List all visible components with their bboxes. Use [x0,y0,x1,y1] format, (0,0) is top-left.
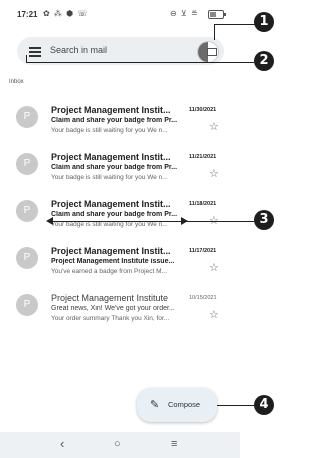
email-date: 10/15/2021 [189,295,217,301]
star-icon[interactable]: ☆ [209,122,219,133]
callout-badge-3: 3 [254,210,274,230]
callout-badge-1: 1 [254,12,274,32]
star-icon[interactable]: ☆ [209,169,219,180]
account-avatar[interactable] [197,41,219,63]
arrow-left-icon [46,217,53,225]
menu-icon[interactable] [29,47,41,57]
search-input[interactable]: Search in mail [50,45,107,55]
callout-line-4 [217,405,254,407]
email-subject: Project Management Institute issue... [51,258,175,265]
system-nav-bar: ‹ ○ ≡ [0,432,240,458]
email-snippet: You've earned a badge from Project M... [51,268,167,275]
email-date: 11/21/2021 [189,154,217,160]
status-bar: 17:21 ✿ ⁂ ⬢ ☏ ⊖ ⊻ ≝ [0,0,240,30]
email-subject: Claim and share your badge from Pr... [51,164,178,171]
email-subject: Claim and share your badge from Pr... [51,211,178,218]
compose-label: Compose [168,400,201,409]
email-row[interactable]: P Project Management Instit... 11/30/2021 C… [0,98,240,146]
email-date: 11/18/2021 [189,201,217,207]
email-row[interactable]: P Project Management Instit... 11/21/2021 C… [0,145,240,193]
email-row[interactable]: P Project Management Instit... 11/17/2021 P… [0,239,240,287]
email-snippet: Your badge is still waiting for you We n… [51,127,168,134]
notification-icons: ✿ ⁂ ⬢ ☏ [43,9,89,18]
email-subject: Great news, Xin! We've got your order... [51,305,175,312]
sender-avatar[interactable]: P [16,200,38,222]
search-bar[interactable]: Search in mail [17,37,224,65]
pencil-icon: ✎ [150,399,160,411]
email-snippet: Your badge is still waiting for you We n… [51,174,168,181]
home-icon[interactable]: ○ [114,438,121,450]
mail-icon [207,48,217,56]
callout-line-1 [214,24,256,26]
email-date: 11/30/2021 [189,107,217,113]
back-icon[interactable]: ‹ [60,436,64,451]
callout-badge-2: 2 [254,51,274,71]
email-sender: Project Management Instit... [51,152,171,162]
sender-avatar[interactable]: P [16,294,38,316]
callout-line-3 [50,221,254,223]
email-subject: Claim and share your badge from Pr... [51,117,178,124]
gmail-screen: 17:21 ✿ ⁂ ⬢ ☏ ⊖ ⊻ ≝ Search in mail Inbox… [0,0,240,458]
battery-icon [208,10,226,19]
star-icon[interactable]: ☆ [209,263,219,274]
email-date: 11/17/2021 [189,248,217,254]
sender-avatar[interactable]: P [16,247,38,269]
email-row[interactable]: P Project Management Institute 10/15/2021 G… [0,286,240,334]
compose-button[interactable]: ✎ Compose [137,388,217,422]
recents-icon[interactable]: ≡ [171,438,177,450]
email-snippet: Your order summary Thank you Xin, for... [51,315,170,322]
arrow-right-icon [181,217,188,225]
callout-badge-4: 4 [254,395,274,415]
sender-avatar[interactable]: P [16,153,38,175]
email-sender: Project Management Institute [51,293,169,303]
signal-icons: ⊖ ⊻ ≝ [170,9,199,18]
email-sender: Project Management Instit... [51,199,171,209]
sender-avatar[interactable]: P [16,106,38,128]
status-time: 17:21 [17,10,38,19]
email-sender: Project Management Instit... [51,246,171,256]
email-sender: Project Management Instit... [51,105,171,115]
inbox-label: Inbox [9,79,24,85]
callout-line-1-drop [214,24,216,40]
email-row[interactable]: P Project Management Instit... 11/18/2021 C… [0,192,240,240]
star-icon[interactable]: ☆ [209,310,219,321]
callout-line-2 [26,62,254,64]
callout-line-2-drop [26,55,28,63]
